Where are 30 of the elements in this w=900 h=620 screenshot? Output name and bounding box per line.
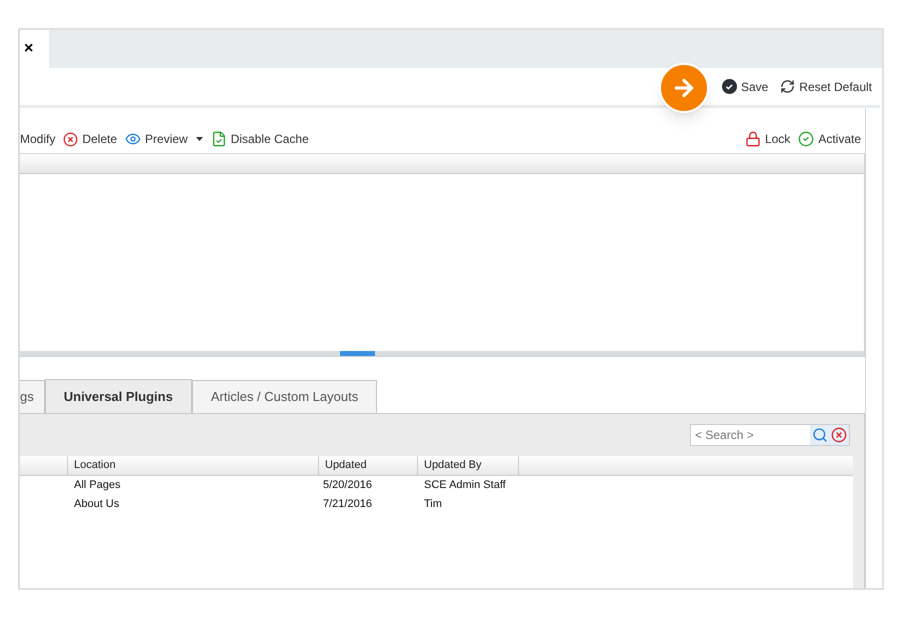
table-cell-text: 5/20/2016 <box>322 478 373 494</box>
tab[interactable]: Universal Plugins <box>44 379 192 413</box>
toolbar-button[interactable]: Reset Default <box>780 78 872 96</box>
column-header[interactable]: Location <box>68 456 319 475</box>
toolbar-button[interactable]: Lock <box>744 130 790 148</box>
table-cell-text: Tim <box>423 497 443 512</box>
eye-icon <box>125 131 142 147</box>
toolbar-button[interactable]: Activate <box>798 130 861 148</box>
refresh-icon <box>780 79 796 94</box>
delete-icon <box>63 132 78 146</box>
tab[interactable]: gs <box>20 380 45 413</box>
toolbar-button[interactable]: Disable Cache <box>210 130 309 148</box>
close-tab[interactable]: × <box>20 30 49 68</box>
toolbar-button[interactable]: Save <box>722 78 768 96</box>
lock-icon <box>744 131 761 147</box>
column-header[interactable]: Updated By <box>418 456 519 475</box>
toolbar-button[interactable]: Preview <box>125 130 203 148</box>
check-circle-icon <box>798 131 814 147</box>
table-cell-text: 7/21/2016 <box>322 497 373 512</box>
check-circle-icon <box>722 79 737 94</box>
toolbar-button[interactable]: Modify <box>20 130 56 148</box>
splitter-handle[interactable] <box>340 351 374 356</box>
toolbar-button[interactable]: Delete <box>63 130 118 148</box>
table-cell-text: All Pages <box>73 478 122 494</box>
caret-icon[interactable] <box>196 137 203 141</box>
table-cell-text: About Us <box>73 497 120 512</box>
column-header[interactable]: Updated <box>319 456 418 475</box>
file-check-icon <box>210 131 227 147</box>
table-cell-text: SCE Admin Staff <box>423 478 507 494</box>
tab[interactable]: Articles / Custom Layouts <box>192 380 378 413</box>
